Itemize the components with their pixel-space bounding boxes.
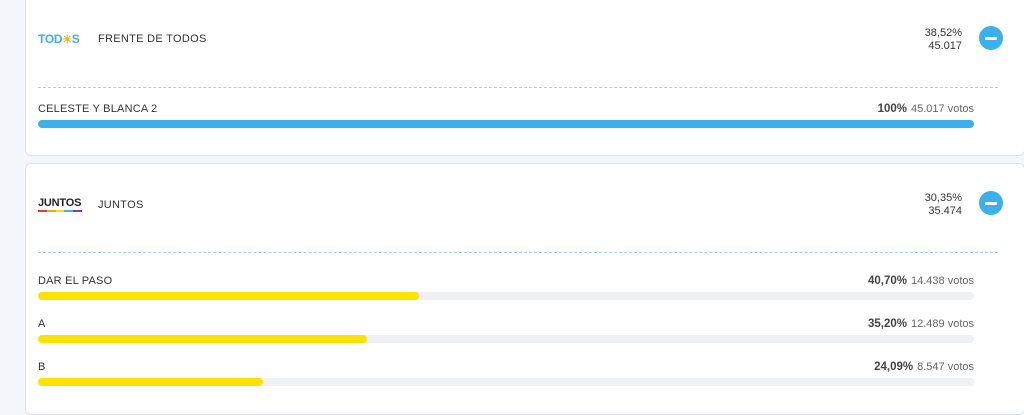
list-votes: 45.017 votos <box>911 103 974 115</box>
list-name: CELESTE Y BLANCA 2 <box>38 103 158 115</box>
list-percent: 40,70% <box>867 275 907 287</box>
progress-fill <box>38 378 264 386</box>
list-result: 40,70% 14.438 votos <box>868 275 974 287</box>
list-row: DAR EL PASO 40,70% 14.438 votos <box>38 275 974 318</box>
list-votes: 12.489 votos <box>911 318 974 330</box>
juntos-logo: JUNTOS <box>38 197 82 212</box>
sun-icon: ☀ <box>62 34 72 46</box>
list-result: 100% 45.017 votos <box>878 103 974 115</box>
party-percent: 30,35% <box>924 192 962 204</box>
progress-track <box>38 378 974 386</box>
party-header: TOD☀S FRENTE DE TODOS 38,52% 45.017 <box>26 0 1024 83</box>
list-result: 35,20% 12.489 votos <box>868 318 974 330</box>
list-row: CELESTE Y BLANCA 2 100% 45.017 votos <box>38 103 974 146</box>
party-votes: 45.017 <box>928 40 962 52</box>
collapse-button[interactable] <box>979 191 1003 215</box>
dashed-divider <box>38 87 998 88</box>
list-results: DAR EL PASO 40,70% 14.438 votos A 35,20% 1… <box>38 275 974 404</box>
party-votes: 35.474 <box>928 205 962 217</box>
list-percent: 100% <box>877 103 907 115</box>
progress-fill <box>38 120 974 128</box>
todos-logo: TOD☀S <box>38 32 80 46</box>
progress-track <box>38 335 974 343</box>
party-card-frente-de-todos: TOD☀S FRENTE DE TODOS 38,52% 45.017 CELE… <box>25 0 1024 156</box>
progress-fill <box>38 335 368 343</box>
progress-track <box>38 292 974 300</box>
party-card-juntos: JUNTOS JUNTOS 30,35% 35.474 DAR EL PASO … <box>25 163 1024 415</box>
list-result: 24,09% 8.547 votos <box>874 361 974 373</box>
party-stats: 38,52% 45.017 <box>925 27 962 53</box>
progress-fill <box>38 292 419 300</box>
juntos-stripe <box>38 210 82 212</box>
party-header: JUNTOS JUNTOS 30,35% 35.474 <box>26 164 1024 247</box>
list-percent: 24,09% <box>874 361 914 373</box>
party-percent: 38,52% <box>924 27 962 39</box>
dashed-divider <box>38 252 998 253</box>
minus-icon <box>985 201 997 205</box>
list-name: A <box>38 318 46 330</box>
list-row: B 24,09% 8.547 votos <box>38 361 974 404</box>
minus-icon <box>985 36 997 40</box>
party-name: FRENTE DE TODOS <box>98 33 207 45</box>
list-votes: 8.547 votos <box>917 361 974 373</box>
list-row: A 35,20% 12.489 votos <box>38 318 974 361</box>
list-percent: 35,20% <box>867 318 907 330</box>
list-name: DAR EL PASO <box>38 275 113 287</box>
list-votes: 14.438 votos <box>911 275 974 287</box>
collapse-button[interactable] <box>979 26 1003 50</box>
list-results: CELESTE Y BLANCA 2 100% 45.017 votos <box>38 103 974 146</box>
party-name: JUNTOS <box>98 199 144 211</box>
progress-track <box>38 120 974 128</box>
list-name: B <box>38 361 46 373</box>
party-stats: 30,35% 35.474 <box>925 192 962 218</box>
